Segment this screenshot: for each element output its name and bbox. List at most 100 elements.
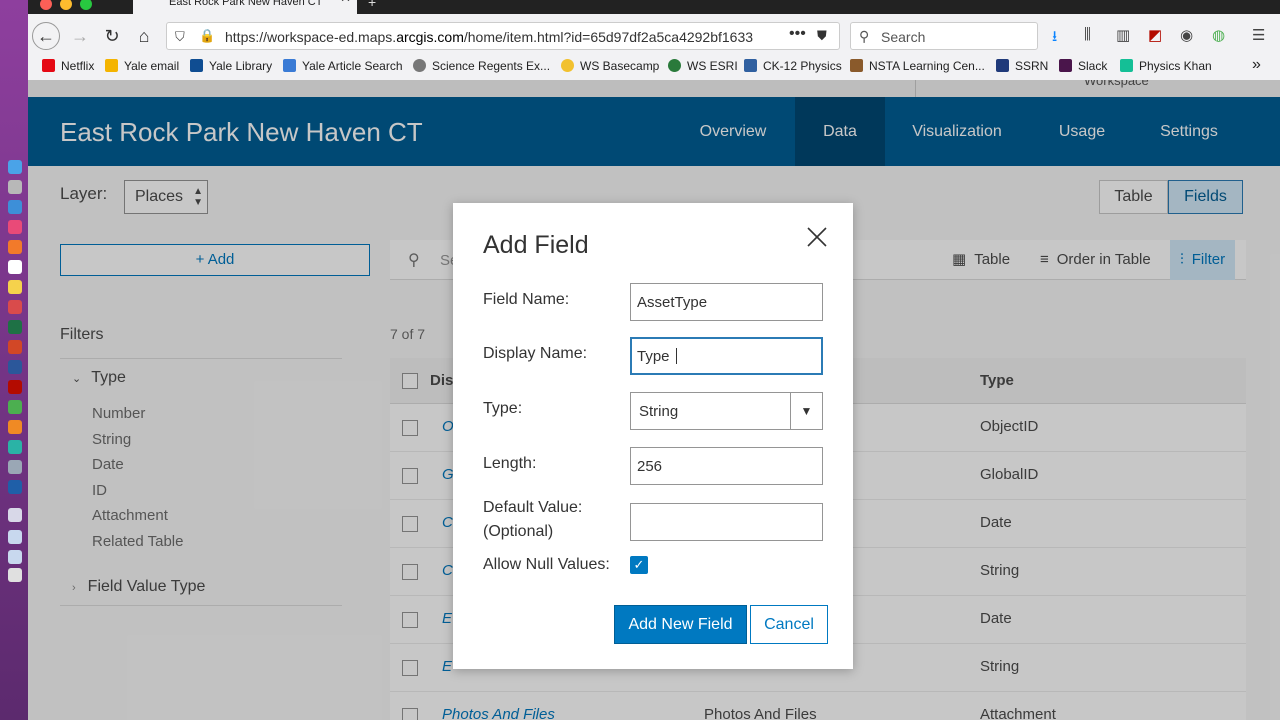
chrome-icon[interactable] — [8, 400, 22, 414]
cancel-button[interactable]: Cancel — [750, 605, 828, 644]
safari-icon[interactable] — [8, 200, 22, 214]
bookmark-label: NSTA Learning Cen... — [869, 59, 985, 73]
bookmark-label: Yale email — [124, 59, 180, 73]
checkmark-icon: ✓ — [633, 557, 645, 572]
tab-strip: East Rock Park New Haven CT ✕ + — [28, 0, 1280, 14]
photo-icon[interactable] — [8, 300, 22, 314]
bookmark-nsta[interactable]: NSTA Learning Cen... — [850, 59, 985, 73]
sidebar-icon[interactable]: ▥ — [1116, 26, 1130, 44]
new-tab-icon[interactable]: + — [368, 0, 376, 10]
library-icon[interactable]: ⫼ — [1084, 26, 1091, 43]
acrobat-icon[interactable] — [8, 380, 22, 394]
browser-chrome: East Rock Park New Haven CT ✕ + ← → ↻ ⌂ … — [28, 0, 1280, 80]
reload-button[interactable]: ↻ — [100, 24, 124, 48]
minimize-window-button[interactable] — [60, 0, 72, 10]
home-button[interactable]: ⌂ — [132, 24, 156, 48]
bookmarks-overflow-icon[interactable]: » — [1252, 56, 1261, 74]
bookmark-yale-article-search[interactable]: Yale Article Search — [283, 59, 403, 73]
default-value-label-line1: Default Value: — [483, 499, 583, 516]
menu-icon[interactable]: ☰ — [1252, 26, 1265, 44]
netflix-icon — [42, 59, 55, 72]
basecamp-icon — [561, 59, 574, 72]
bookmark-slack[interactable]: Slack — [1059, 59, 1107, 73]
bookmark-label: Physics Khan — [1139, 59, 1212, 73]
excel-icon[interactable] — [8, 320, 22, 334]
quicktime-icon[interactable] — [8, 480, 22, 494]
url-prefix: https://workspace-ed.maps. — [225, 29, 397, 45]
extension-icon[interactable]: ◍ — [1212, 26, 1225, 44]
field-name-input[interactable]: AssetType — [630, 283, 823, 321]
browser-search-field[interactable]: ⚲ Search — [850, 22, 1038, 50]
mac-dock — [0, 0, 28, 720]
word-icon[interactable] — [8, 360, 22, 374]
powerpoint-icon[interactable] — [8, 340, 22, 354]
bookmark-yale-library[interactable]: Yale Library — [190, 59, 272, 73]
bookmark-ws-esri[interactable]: WS ESRI — [668, 59, 738, 73]
notes-icon[interactable] — [8, 280, 22, 294]
bookmark-label: WS ESRI — [687, 59, 738, 73]
dropdown-arrow-icon[interactable]: ▼ — [790, 393, 822, 429]
bookmark-netflix[interactable]: Netflix — [42, 59, 94, 73]
pocket-icon[interactable]: ⛊ — [817, 28, 827, 44]
close-icon[interactable] — [805, 225, 829, 249]
display-name-input[interactable]: Type — [630, 337, 823, 375]
forward-button[interactable]: → — [68, 24, 92, 48]
bookmark-ws-basecamp[interactable]: WS Basecamp — [561, 59, 659, 73]
url-text[interactable]: https://workspace-ed.maps.arcgis.com/hom… — [225, 29, 785, 45]
book-icon — [744, 59, 757, 72]
close-window-button[interactable] — [40, 0, 52, 10]
text-caret — [675, 348, 677, 364]
slack-icon — [1059, 59, 1072, 72]
scanner-icon[interactable] — [8, 508, 22, 522]
bookmark-label: Yale Article Search — [302, 59, 403, 73]
search-placeholder: Search — [881, 29, 926, 45]
launchpad-icon[interactable] — [8, 180, 22, 194]
back-button[interactable]: ← — [32, 22, 60, 50]
type-label: Type: — [483, 400, 523, 417]
music-icon[interactable] — [8, 220, 22, 234]
display-name-value: Type — [637, 348, 674, 365]
bookmark-yale-email[interactable]: Yale email — [105, 59, 179, 73]
ssrn-icon — [996, 59, 1009, 72]
zoom-window-button[interactable] — [80, 0, 92, 10]
bookmark-label: Yale Library — [209, 59, 273, 73]
url-bar[interactable]: ⛉ 🔒 https://workspace-ed.maps.arcgis.com… — [166, 22, 840, 50]
bookmark-ck12-physics[interactable]: CK-12 Physics — [744, 59, 842, 73]
default-value-input[interactable] — [630, 503, 823, 541]
page-actions-icon[interactable]: ••• — [789, 25, 806, 43]
shield-icon[interactable]: ⛉ — [175, 29, 185, 45]
folder-icon[interactable] — [8, 530, 22, 544]
bookmark-science-regents[interactable]: Science Regents Ex... — [413, 59, 550, 73]
preview-icon[interactable] — [8, 460, 22, 474]
bookmark-ssrn[interactable]: SSRN — [996, 59, 1048, 73]
firefox-icon[interactable] — [8, 240, 22, 254]
esri-icon — [668, 59, 681, 72]
type-select[interactable]: String ▼ — [630, 392, 823, 430]
bookmarks-bar: Netflix Yale email Yale Library Yale Art… — [28, 56, 1280, 78]
tab-title: East Rock Park New Haven CT — [169, 0, 323, 8]
url-path: /home/item.html?id=65d97df2a5ca4292bf163… — [463, 29, 754, 45]
default-value-label-line2: (Optional) — [483, 523, 554, 540]
calendar-icon[interactable] — [8, 260, 22, 274]
length-input[interactable]: 256 — [630, 447, 823, 485]
bookmark-label: Netflix — [61, 59, 95, 73]
yale-library-icon — [190, 59, 203, 72]
trash-icon[interactable] — [8, 568, 22, 582]
browser-tab[interactable]: East Rock Park New Haven CT ✕ — [133, 0, 357, 14]
downloads-icon[interactable] — [8, 550, 22, 564]
bookmark-label: CK-12 Physics — [763, 59, 842, 73]
app-f-icon[interactable] — [8, 420, 22, 434]
khan-icon — [1120, 59, 1133, 72]
account-icon[interactable]: ◉ — [1180, 26, 1193, 44]
add-field-dialog: Add Field Field Name: AssetType Display … — [453, 203, 853, 669]
mail-icon[interactable] — [8, 440, 22, 454]
lock-icon[interactable]: 🔒 — [199, 28, 215, 44]
bookmark-physics-khan[interactable]: Physics Khan — [1120, 59, 1212, 73]
acrobat-extension-icon[interactable]: ◩ — [1148, 26, 1162, 44]
search-icon: ⚲ — [859, 28, 870, 44]
allow-null-checkbox[interactable]: ✓ — [630, 556, 648, 574]
length-label: Length: — [483, 455, 537, 472]
finder-icon[interactable] — [8, 160, 22, 174]
download-icon[interactable]: ⭳ — [1052, 26, 1057, 51]
add-new-field-button[interactable]: Add New Field — [614, 605, 747, 644]
